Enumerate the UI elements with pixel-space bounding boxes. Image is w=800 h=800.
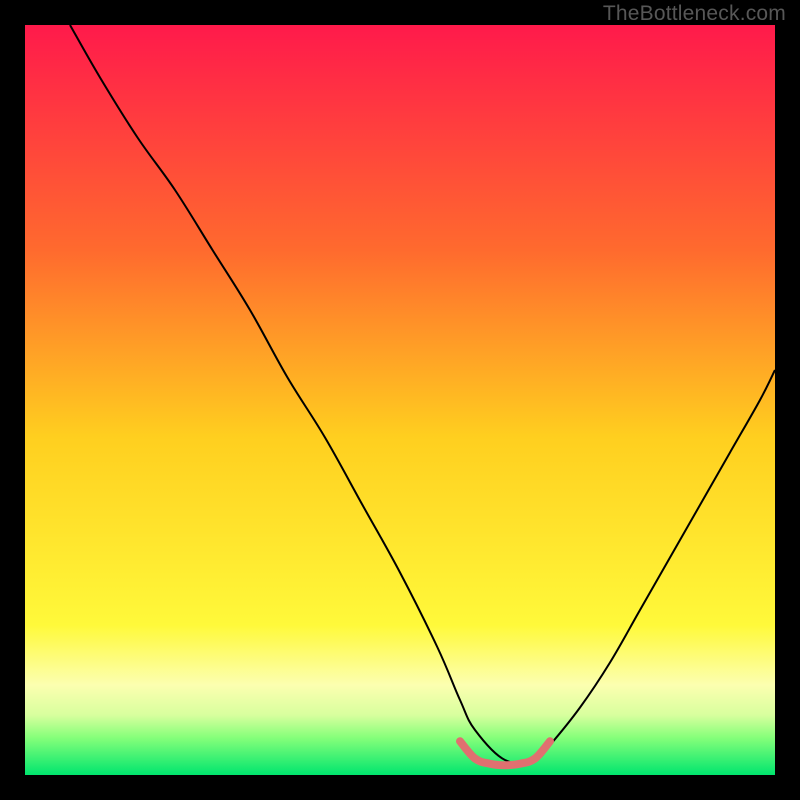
plot-area [25,25,775,775]
watermark-text: TheBottleneck.com [603,2,786,26]
chart-frame: TheBottleneck.com [0,0,800,800]
bottleneck-chart [25,25,775,775]
